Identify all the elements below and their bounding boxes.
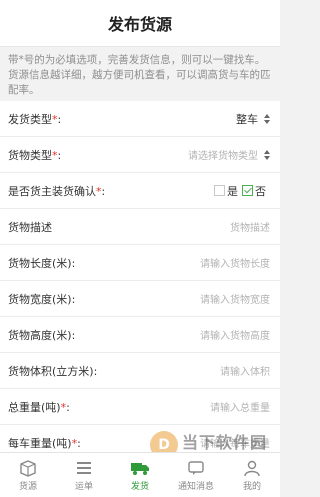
cargo-length-input[interactable]: 请输入货物长度 (200, 255, 270, 270)
bottom-tab-bar: 货源 运单 发货 通知消息 我的 (0, 452, 280, 497)
sort-arrows-icon (264, 149, 270, 160)
yes-checkbox[interactable] (214, 185, 225, 196)
cargo-length-label: 货物长度(米): (8, 256, 76, 270)
cargo-description-input[interactable]: 货物描述 (230, 219, 270, 234)
notice-text: 带*号的为必填选项，完善发货信息，则可以一键找车。货源信息越详细，越方便司机查看… (0, 47, 280, 103)
box-icon (20, 459, 36, 477)
cargo-volume-input[interactable]: 请输入体积 (220, 363, 270, 378)
tab-ship[interactable]: 发货 (112, 453, 168, 497)
tab-notifications-label: 通知消息 (177, 481, 214, 492)
tab-waybill-label: 运单 (74, 481, 93, 492)
message-icon (188, 460, 204, 475)
total-weight-row[interactable]: 总重量(吨)*: 请输入总重量 (0, 389, 280, 425)
no-label: 否 (255, 184, 266, 198)
sort-arrows-icon (264, 113, 270, 124)
cargo-length-row[interactable]: 货物长度(米): 请输入货物长度 (0, 245, 280, 281)
loading-confirm-options: 是 否 (214, 183, 270, 199)
cargo-height-input[interactable]: 请输入货物高度 (200, 327, 270, 342)
loading-confirm-label: 是否货主装货确认*: (8, 184, 106, 198)
truck-icon (131, 462, 149, 475)
tab-cargo[interactable]: 货源 (0, 453, 56, 497)
tab-notifications[interactable]: 通知消息 (168, 453, 224, 497)
per-vehicle-weight-input[interactable]: 请输入每车重量 (200, 435, 270, 450)
tab-cargo-label: 货源 (18, 481, 37, 492)
tab-waybill[interactable]: 运单 (56, 453, 112, 497)
tab-profile[interactable]: 我的 (224, 453, 280, 497)
cargo-width-input[interactable]: 请输入货物宽度 (200, 291, 270, 306)
cargo-type-label: 货物类型*: (8, 148, 62, 162)
cargo-volume-row[interactable]: 货物体积(立方米): 请输入体积 (0, 353, 280, 389)
cargo-type-row[interactable]: 货物类型*: 请选择货物类型 (0, 137, 280, 173)
cargo-width-row[interactable]: 货物宽度(米): 请输入货物宽度 (0, 281, 280, 317)
user-icon (244, 460, 260, 476)
cargo-description-row[interactable]: 货物描述 货物描述 (0, 209, 280, 245)
yes-label: 是 (227, 184, 238, 198)
tab-profile-label: 我的 (242, 481, 261, 492)
total-weight-label: 总重量(吨)*: (8, 400, 70, 414)
shipping-type-row[interactable]: 发货类型*: 整车 (0, 101, 280, 137)
total-weight-input[interactable]: 请输入总重量 (210, 399, 270, 414)
per-vehicle-weight-label: 每车重量(吨)*: (8, 436, 81, 450)
shipping-type-select[interactable]: 整车 (236, 111, 270, 127)
tab-ship-label: 发货 (130, 481, 149, 492)
cargo-form: 发货类型*: 整车 货物类型*: 请选择货物类型 是否货主装货确认*: 是 否 … (0, 101, 280, 461)
cargo-height-row[interactable]: 货物高度(米): 请输入货物高度 (0, 317, 280, 353)
list-icon (77, 461, 91, 474)
cargo-width-label: 货物宽度(米): (8, 292, 76, 306)
cargo-description-label: 货物描述 (8, 220, 52, 234)
no-checkbox[interactable] (242, 185, 253, 196)
page-title: 发布货源 (107, 15, 172, 34)
page-header: 发布货源 (0, 0, 280, 47)
loading-confirm-row: 是否货主装货确认*: 是 否 (0, 173, 280, 209)
cargo-volume-label: 货物体积(立方米): (8, 364, 98, 378)
shipping-type-label: 发货类型*: (8, 112, 62, 126)
cargo-height-label: 货物高度(米): (8, 328, 76, 342)
cargo-type-select[interactable]: 请选择货物类型 (188, 147, 270, 162)
